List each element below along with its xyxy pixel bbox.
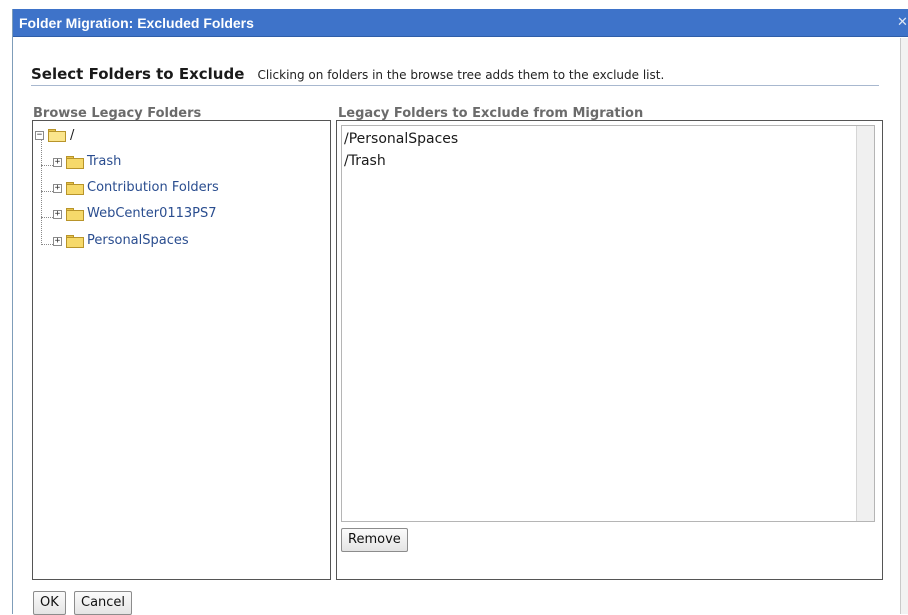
exclude-panel: /PersonalSpaces /Trash Remove bbox=[336, 120, 883, 580]
section-header: Select Folders to Exclude Clicking on fo… bbox=[31, 64, 879, 86]
listbox-scrollbar[interactable] bbox=[856, 126, 874, 521]
dialog-scrollbar[interactable] bbox=[900, 38, 908, 614]
folder-icon bbox=[66, 156, 84, 169]
expand-icon[interactable]: + bbox=[53, 210, 62, 219]
collapse-icon[interactable]: − bbox=[35, 131, 44, 140]
tree-node-webcenter[interactable]: + WebCenter0113PS7 bbox=[53, 205, 283, 223]
folder-icon bbox=[66, 182, 84, 195]
folder-migration-dialog: Folder Migration: Excluded Folders ✕ Sel… bbox=[12, 9, 908, 615]
expand-icon[interactable]: + bbox=[53, 184, 62, 193]
tree-node-label[interactable]: Contribution Folders bbox=[87, 179, 219, 197]
list-item[interactable]: /PersonalSpaces bbox=[344, 131, 458, 147]
list-item[interactable]: /Trash bbox=[344, 153, 386, 169]
section-title: Select Folders to Exclude bbox=[31, 65, 245, 83]
remove-button[interactable]: Remove bbox=[341, 528, 408, 552]
tree-node-root[interactable]: − / bbox=[35, 127, 155, 145]
dialog-title: Folder Migration: Excluded Folders bbox=[19, 15, 254, 31]
section-description: Clicking on folders in the browse tree a… bbox=[257, 68, 665, 82]
tree-node-contribution-folders[interactable]: + Contribution Folders bbox=[53, 179, 283, 197]
tree-node-label[interactable]: / bbox=[70, 127, 74, 145]
cancel-button[interactable]: Cancel bbox=[74, 591, 133, 615]
close-icon[interactable]: ✕ bbox=[897, 15, 908, 31]
ok-button[interactable]: OK bbox=[33, 591, 66, 615]
folder-open-icon bbox=[48, 129, 66, 142]
expand-icon[interactable]: + bbox=[53, 158, 62, 167]
tree-node-label[interactable]: Trash bbox=[87, 153, 121, 171]
tree-connector bbox=[41, 139, 42, 245]
tree-node-personalspaces[interactable]: + PersonalSpaces bbox=[53, 232, 283, 250]
folder-icon bbox=[66, 208, 84, 221]
expand-icon[interactable]: + bbox=[53, 237, 62, 246]
dialog-titlebar[interactable]: Folder Migration: Excluded Folders ✕ bbox=[13, 9, 908, 37]
folder-icon bbox=[66, 235, 84, 248]
exclude-listbox[interactable]: /PersonalSpaces /Trash bbox=[341, 125, 875, 522]
tree-node-trash[interactable]: + Trash bbox=[53, 153, 253, 171]
browse-tree-panel: − / + Trash + Contribution Folders + Web… bbox=[32, 120, 331, 580]
tree-node-label[interactable]: WebCenter0113PS7 bbox=[87, 205, 217, 223]
tree-node-label[interactable]: PersonalSpaces bbox=[87, 232, 189, 250]
